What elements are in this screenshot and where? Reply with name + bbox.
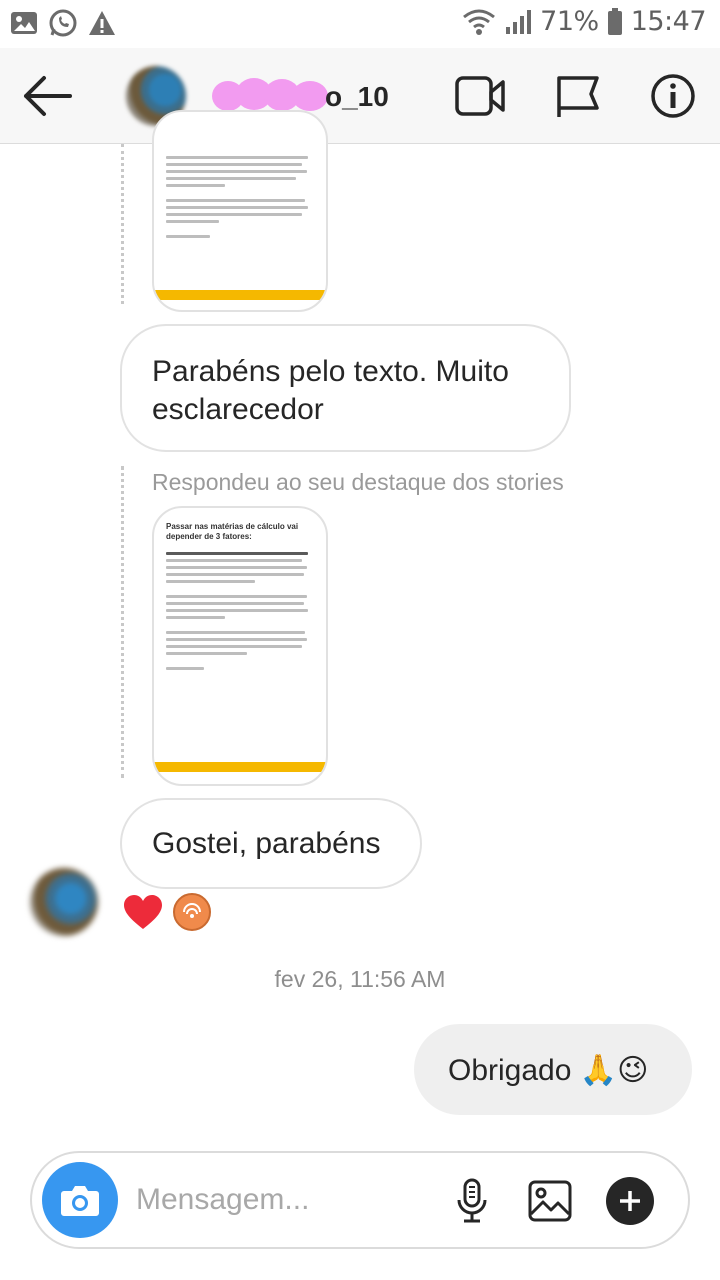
whatsapp-notification-icon xyxy=(49,9,77,37)
message-text: Gostei, parabéns xyxy=(152,827,381,860)
video-call-icon[interactable] xyxy=(455,72,505,120)
more-options-button[interactable] xyxy=(606,1177,654,1225)
camera-icon xyxy=(61,1186,99,1216)
chat-header: o_10 xyxy=(0,48,720,144)
story-preview-card[interactable]: Passar nas matérias de cálculo vai depen… xyxy=(152,506,328,786)
gallery-icon xyxy=(528,1180,572,1222)
conversation-timestamp: fev 26, 11:56 AM xyxy=(274,966,446,992)
story-reply-line xyxy=(121,466,124,778)
signal-icon xyxy=(506,9,532,34)
redacted-name-blob xyxy=(212,78,328,111)
message-text: Parabéns pelo texto. Muito esclarecedor xyxy=(152,355,509,426)
contact-username[interactable]: o_10 xyxy=(325,81,389,113)
story-title: Passar nas matérias de cálculo vai depen… xyxy=(166,522,299,541)
clock: 15:47 xyxy=(630,6,707,37)
flag-icon[interactable] xyxy=(553,72,603,120)
status-bar: 71% 15:47 xyxy=(0,0,720,48)
battery-icon xyxy=(607,7,622,35)
message-input[interactable] xyxy=(136,1175,436,1225)
warning-notification-icon xyxy=(89,11,115,35)
outgoing-message[interactable]: Obrigado 🙏😉 xyxy=(414,1024,692,1115)
wifi-icon xyxy=(463,9,496,35)
message-text: Obrigado 🙏😉 xyxy=(448,1054,649,1087)
story-preview-card[interactable] xyxy=(152,110,328,312)
plus-icon xyxy=(620,1191,640,1211)
story-reply-line xyxy=(121,144,124,304)
story-reply-note: Respondeu ao seu destaque dos stories xyxy=(152,469,564,495)
sender-avatar[interactable] xyxy=(30,868,98,936)
microphone-icon xyxy=(457,1178,487,1223)
info-icon[interactable] xyxy=(648,72,698,120)
battery-percent: 71% xyxy=(540,6,599,37)
sticker-reaction-icon[interactable] xyxy=(172,892,212,932)
incoming-message[interactable]: Parabéns pelo texto. Muito esclarecedor xyxy=(120,324,571,452)
gallery-button[interactable] xyxy=(526,1177,574,1225)
gallery-notification-icon xyxy=(11,12,37,34)
incoming-message[interactable]: Gostei, parabéns xyxy=(120,798,422,889)
microphone-button[interactable] xyxy=(448,1177,496,1225)
heart-reaction-icon[interactable] xyxy=(123,894,163,930)
message-composer xyxy=(30,1151,690,1249)
camera-button[interactable] xyxy=(42,1162,118,1238)
back-arrow-icon[interactable] xyxy=(20,72,76,120)
